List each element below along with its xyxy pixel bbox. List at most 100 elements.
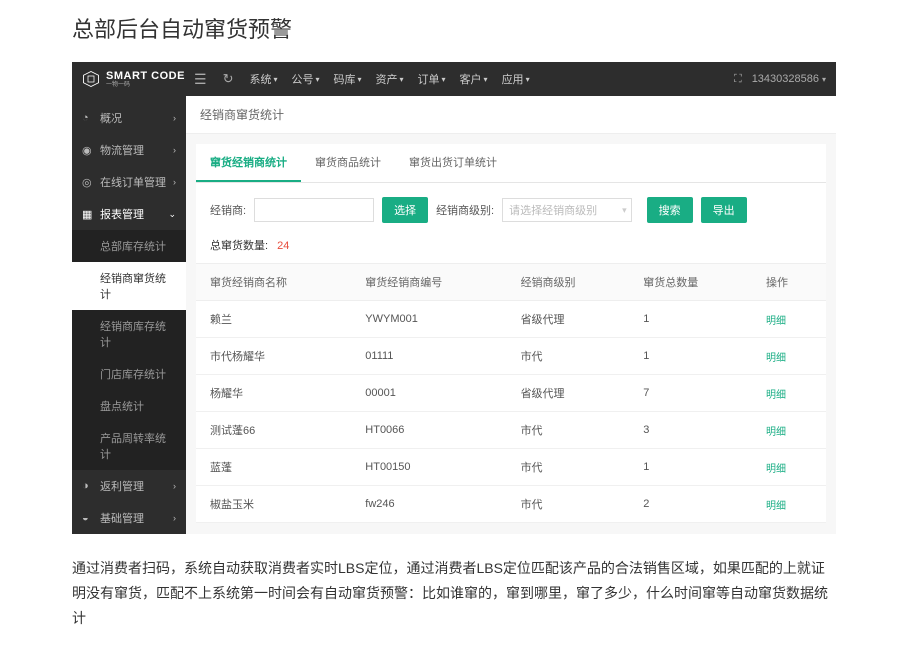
cell-qty: 2 — [629, 486, 752, 523]
cell-code: HT0066 — [351, 412, 506, 449]
app-window: SMART CODE 一物一码 ☰ ↻ 系统▾公号▾码库▾资产▾订单▾客户▾应用… — [72, 62, 836, 534]
page-title: 总部后台自动窜货预警 — [0, 0, 908, 62]
user-phone-text: 13430328586 — [752, 73, 819, 85]
sidebar-sub-item-3[interactable]: 门店库存统计 — [72, 358, 186, 390]
logo: SMART CODE 一物一码 — [82, 70, 186, 88]
sidebar-item-0[interactable]: ◔概况› — [72, 102, 186, 134]
arrow-icon: › — [173, 145, 176, 155]
table-header-2: 经销商级别 — [507, 264, 630, 301]
arrow-icon: ⌄ — [168, 209, 176, 220]
top-right: ⛶ 13430328586 ▾ — [734, 73, 826, 86]
count-row: 总窜货数量: 24 — [196, 231, 826, 263]
nav-item-6[interactable]: 应用▾ — [496, 67, 536, 91]
cell-level: 市代 — [507, 412, 630, 449]
sidebar-sub-item-2[interactable]: 经销商库存统计 — [72, 310, 186, 358]
sidebar-sub-item-5[interactable]: 产品周转率统计 — [72, 422, 186, 470]
top-nav: 系统▾公号▾码库▾资产▾订单▾客户▾应用▾ — [243, 67, 535, 91]
chevron-down-icon: ▾ — [273, 75, 277, 84]
dealer-input[interactable] — [254, 198, 374, 222]
sidebar-sub-item-4[interactable]: 盘点统计 — [72, 390, 186, 422]
detail-link[interactable]: 明细 — [766, 353, 786, 364]
logo-text-sub: 一物一码 — [106, 82, 185, 88]
nav-item-2[interactable]: 码库▾ — [328, 67, 368, 91]
level-select[interactable] — [502, 198, 632, 222]
table-header-0: 窜货经销商名称 — [196, 264, 351, 301]
tabs: 窜货经销商统计窜货商品统计窜货出货订单统计 — [196, 144, 826, 183]
tab-1[interactable]: 窜货商品统计 — [301, 144, 395, 182]
arrow-icon: › — [173, 513, 176, 523]
sidebar-label: 基础管理 — [100, 510, 144, 526]
cell-name: 椒盐玉米 — [196, 486, 351, 523]
refresh-icon[interactable]: ↻ — [223, 71, 234, 87]
sidebar-icon: ◉ — [82, 144, 94, 157]
cell-level: 市代 — [507, 449, 630, 486]
cell-code: fw246 — [351, 486, 506, 523]
export-button[interactable]: 导出 — [701, 197, 747, 223]
select-button[interactable]: 选择 — [382, 197, 428, 223]
count-value: 24 — [277, 240, 289, 252]
cell-name: 赖兰 — [196, 301, 351, 338]
search-button[interactable]: 搜索 — [647, 197, 693, 223]
table-row: 测试蓬66HT0066市代3 明细 — [196, 412, 826, 449]
fullscreen-icon[interactable]: ⛶ — [734, 73, 742, 86]
nav-label: 订单 — [418, 71, 440, 87]
sidebar-icon: ◒ — [82, 512, 94, 524]
detail-link[interactable]: 明细 — [766, 390, 786, 401]
chevron-down-icon: ▾ — [358, 75, 362, 84]
arrow-icon: › — [173, 177, 176, 187]
filter-row: 经销商: 选择 经销商级别: ▾ 搜索 导出 — [196, 183, 826, 231]
detail-link[interactable]: 明细 — [766, 316, 786, 327]
level-label: 经销商级别: — [436, 202, 494, 218]
sidebar-label: 报表管理 — [100, 206, 144, 222]
user-phone[interactable]: 13430328586 ▾ — [752, 73, 826, 85]
sidebar-label: 返利管理 — [100, 478, 144, 494]
cell-qty: 3 — [629, 412, 752, 449]
cell-qty: 1 — [629, 449, 752, 486]
cell-name: 测试蓬66 — [196, 412, 351, 449]
cell-action: 明细 — [752, 449, 826, 486]
nav-item-3[interactable]: 资产▾ — [370, 67, 410, 91]
sidebar-sub-item-1[interactable]: 经销商窜货统计 — [72, 262, 186, 310]
table-header-4: 操作 — [752, 264, 826, 301]
cell-action: 明细 — [752, 301, 826, 338]
arrow-icon: › — [173, 113, 176, 123]
menu-toggle-icon[interactable]: ☰ — [194, 71, 207, 88]
table-row: 杨耀华00001省级代理7明细 — [196, 375, 826, 412]
cell-action: 明细 — [752, 486, 826, 523]
dealer-label: 经销商: — [210, 202, 246, 218]
chevron-down-icon: ▾ — [484, 75, 488, 84]
table-header-1: 窜货经销商编号 — [351, 264, 506, 301]
nav-label: 资产 — [376, 71, 398, 87]
sidebar-label: 物流管理 — [100, 142, 144, 158]
sidebar-label: 在线订单管理 — [100, 174, 166, 190]
nav-item-4[interactable]: 订单▾ — [412, 67, 452, 91]
detail-link[interactable]: 明细 — [766, 501, 786, 512]
sidebar-sub-item-0[interactable]: 总部库存统计 — [72, 230, 186, 262]
nav-item-0[interactable]: 系统▾ — [243, 67, 283, 91]
sidebar-item-1[interactable]: ◉ 物流管理 › — [72, 134, 186, 166]
sidebar-item-4[interactable]: ◑返利管理› — [72, 470, 186, 502]
tab-2[interactable]: 窜货出货订单统计 — [395, 144, 511, 182]
sidebar-label: 概况 — [100, 110, 122, 126]
content: 经销商窜货统计 窜货经销商统计窜货商品统计窜货出货订单统计 经销商: 选择 经销… — [186, 96, 836, 534]
cell-action: 明细 — [752, 375, 826, 412]
arrow-icon: › — [173, 481, 176, 491]
tab-0[interactable]: 窜货经销商统计 — [196, 144, 301, 182]
cell-name: 蓝蓬 — [196, 449, 351, 486]
detail-link[interactable]: 明细 — [766, 427, 786, 438]
table-row: 赖兰YWYM001省级代理1明细 — [196, 301, 826, 338]
sidebar-item-5[interactable]: ◒ 基础管理 › — [72, 502, 186, 534]
logo-text-main: SMART CODE — [106, 71, 185, 82]
cell-name: 杨耀华 — [196, 375, 351, 412]
sidebar-item-3[interactable]: ▦报表管理⌄ — [72, 198, 186, 230]
nav-label: 应用 — [502, 71, 524, 87]
nav-item-5[interactable]: 客户▾ — [454, 67, 494, 91]
table-row: 市代杨耀华01111市代1明细 — [196, 338, 826, 375]
nav-item-1[interactable]: 公号▾ — [285, 67, 325, 91]
detail-link[interactable]: 明细 — [766, 464, 786, 475]
chevron-down-icon: ▾ — [315, 75, 319, 84]
chevron-down-icon: ▾ — [622, 205, 627, 216]
count-label: 总窜货数量: — [210, 240, 268, 252]
cell-qty: 1 — [629, 338, 752, 375]
sidebar-item-2[interactable]: ◎在线订单管理› — [72, 166, 186, 198]
